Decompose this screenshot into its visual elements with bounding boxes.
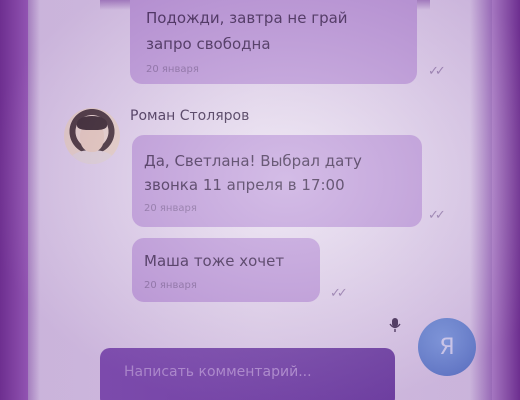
user-avatar-button[interactable]: Я — [418, 318, 476, 376]
message-author[interactable]: Роман Столяров — [130, 108, 249, 124]
read-check-icon: ✓✓ — [428, 208, 446, 223]
message-time: 20 января — [144, 280, 197, 291]
message-text-line: звонка 11 апреля в 17:00 — [144, 176, 345, 194]
microphone-icon[interactable] — [389, 318, 401, 332]
comment-input[interactable]: Написать комментарий... — [100, 348, 395, 400]
message-time: 20 января — [146, 64, 199, 75]
message-text-line: Маша тоже хочет — [144, 252, 285, 270]
message-text-line: Да, Светлана! Выбрал дату — [144, 152, 362, 170]
message-time: 20 января — [144, 203, 197, 214]
message-bubble[interactable]: Да, Светлана! Выбрал дату звонка 11 апре… — [132, 135, 422, 227]
avatar-letter: Я — [439, 334, 455, 360]
device-edge-left — [0, 0, 28, 400]
message-bubble[interactable]: Маша тоже хочет 20 января — [132, 238, 320, 302]
chat-screen: Подожди, завтра не грай запро свободна 2… — [0, 0, 520, 400]
read-check-icon: ✓✓ — [330, 286, 348, 301]
device-edge-right — [492, 0, 520, 400]
message-text-line: Подожди, завтра не грай — [146, 9, 348, 27]
avatar-body — [70, 150, 114, 164]
message-bubble[interactable]: Подожди, завтра не грай запро свободна 2… — [130, 0, 417, 84]
message-text-line: запро свободна — [146, 35, 271, 53]
read-check-icon: ✓✓ — [428, 64, 446, 79]
comment-input-placeholder: Написать комментарий... — [124, 364, 312, 380]
author-avatar[interactable] — [64, 108, 120, 164]
avatar-hair — [77, 116, 107, 130]
